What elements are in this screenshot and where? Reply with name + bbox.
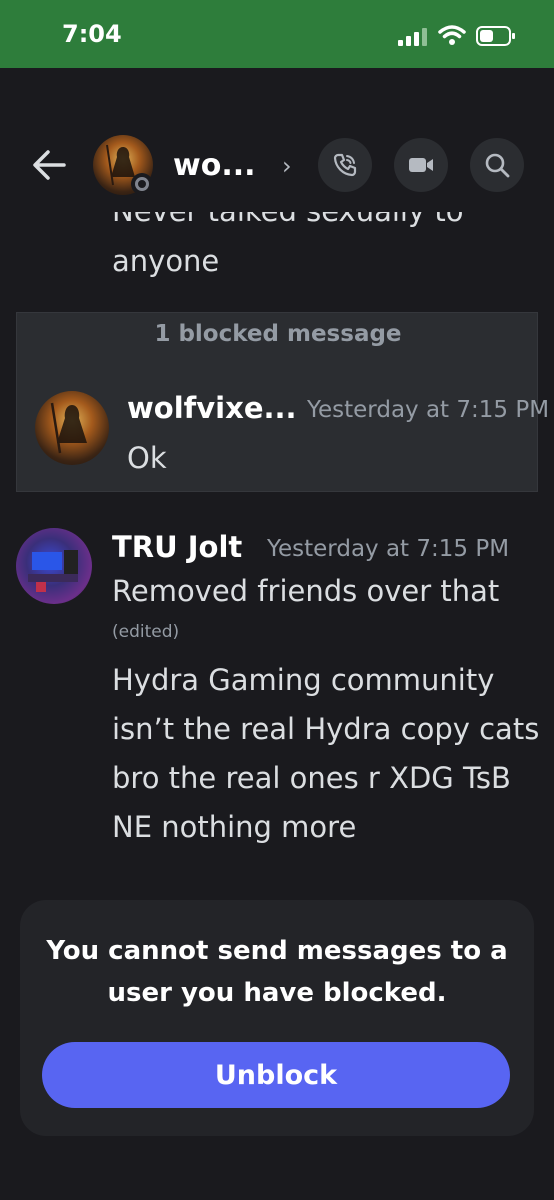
status-icons	[398, 24, 518, 50]
blocked-notice: You cannot send messages to a user you h…	[46, 936, 508, 1008]
wifi-icon	[438, 25, 466, 45]
message-text: Hydra Gaming community isn’t the real Hy…	[112, 663, 540, 844]
back-arrow-icon[interactable]	[30, 146, 68, 184]
blocked-message-group[interactable]: 1 blocked message wolfvixe... Yesterday …	[16, 312, 549, 492]
message-author[interactable]: wolfvixe...	[127, 391, 297, 425]
video-call-button[interactable]	[394, 138, 448, 192]
message-list[interactable]: Never talked sexually to anyone 1 blocke…	[0, 212, 554, 892]
message-author[interactable]: TRU Jolt	[112, 530, 242, 564]
message-text: Never talked sexually to	[112, 212, 463, 228]
search-icon	[485, 153, 510, 178]
message-text: anyone	[112, 244, 220, 278]
avatar[interactable]	[35, 391, 109, 465]
avatar[interactable]	[16, 528, 92, 604]
chat-header: wo... ›	[0, 118, 554, 212]
message-text: Ok	[127, 441, 167, 475]
channel-name[interactable]: wo...	[173, 148, 256, 183]
signal-icon	[398, 28, 427, 46]
voice-call-button[interactable]	[318, 138, 372, 192]
unblock-button[interactable]: Unblock	[42, 1042, 510, 1108]
video-camera-icon	[409, 158, 433, 172]
phone-call-icon	[333, 153, 357, 177]
battery-icon	[476, 26, 515, 46]
wolf-avatar-image	[50, 402, 87, 454]
message-text: Removed friends over that	[112, 574, 500, 608]
offline-status-dot	[131, 173, 153, 195]
gaming-setup-avatar-image	[28, 550, 78, 592]
blocked-message-label[interactable]: 1 blocked message	[17, 321, 539, 347]
status-time: 7:04	[62, 20, 122, 48]
message-timestamp: Yesterday at 7:15 PM	[307, 397, 550, 423]
blocked-user-panel: You cannot send messages to a user you h…	[20, 900, 534, 1136]
edited-label: (edited)	[112, 622, 180, 642]
message-timestamp: Yesterday at 7:15 PM	[267, 536, 510, 562]
chevron-right-icon[interactable]: ›	[282, 152, 292, 180]
search-button[interactable]	[470, 138, 524, 192]
status-bar: 7:04	[0, 0, 554, 68]
